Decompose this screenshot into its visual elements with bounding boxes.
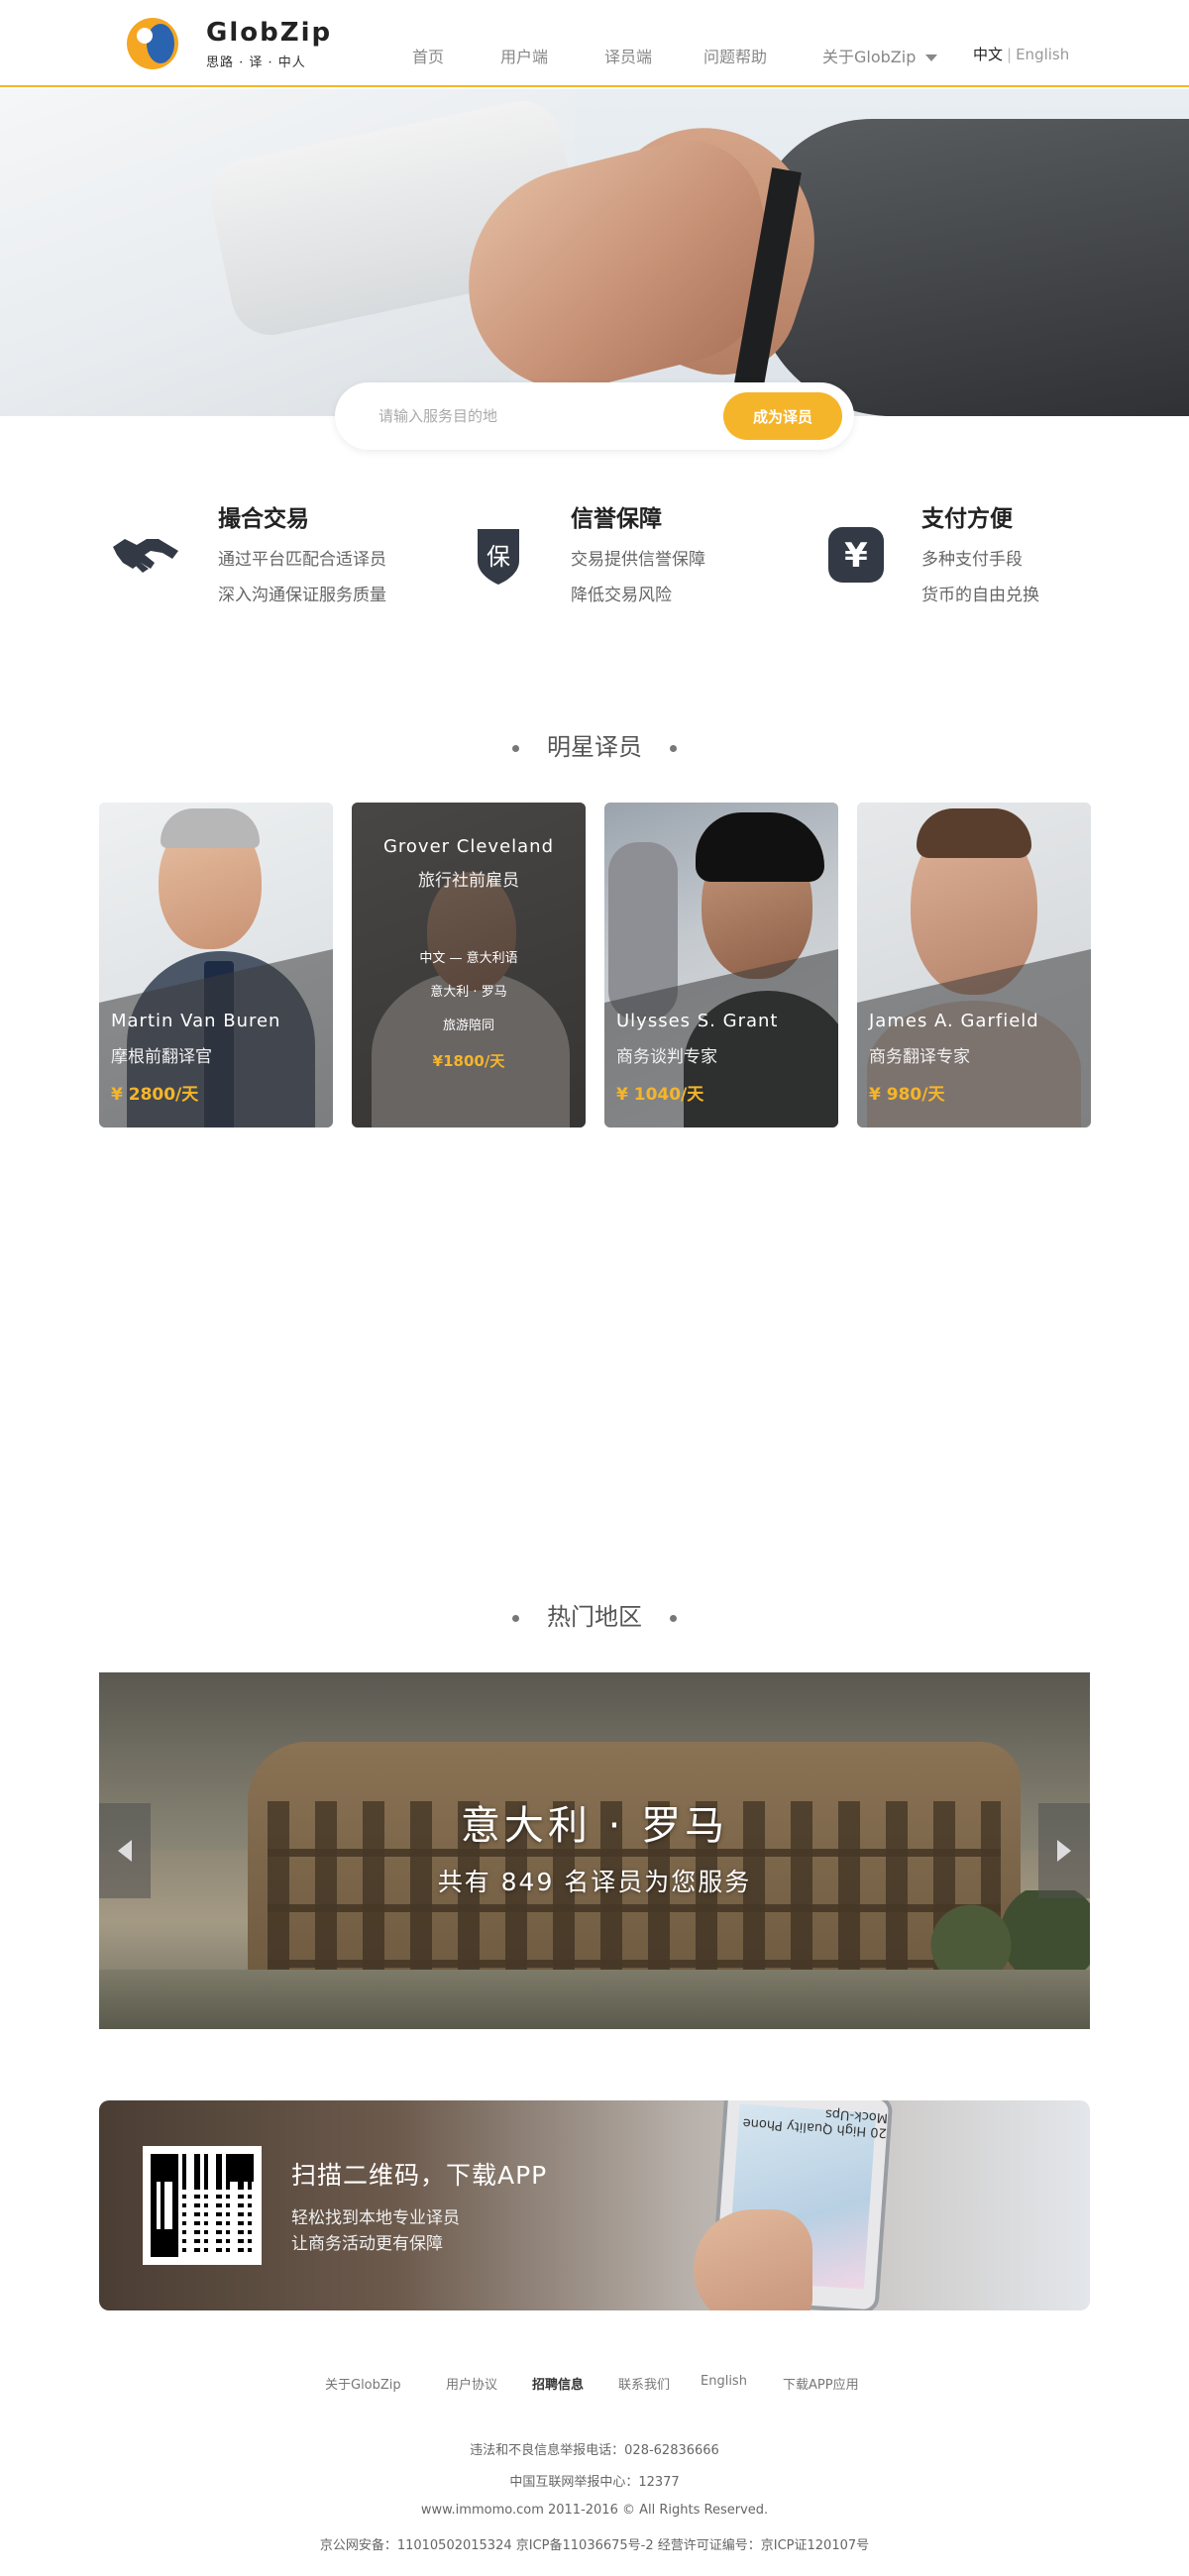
- translator-card[interactable]: Martin Van Buren 摩根前翻译官 ¥ 2800/天: [99, 803, 333, 1127]
- language-switch: 中文 | English: [973, 44, 1069, 64]
- translator-card[interactable]: Grover Cleveland 旅行社前雇员 中文 — 意大利语 意大利 · …: [352, 803, 586, 1127]
- handshake-icon: [113, 539, 178, 573]
- app-banner-title: 扫描二维码，下载APP: [291, 2161, 548, 2190]
- dot-icon: [670, 1614, 677, 1622]
- footer-license: 京公网安备：11010502015324 京ICP备11036675号-2 经营…: [319, 2538, 870, 2553]
- nav-user[interactable]: 用户端: [500, 44, 548, 67]
- nav-translator[interactable]: 译员端: [604, 44, 652, 67]
- footer-link-contact[interactable]: 联系我们: [618, 2374, 670, 2393]
- translator-name: Martin Van Buren: [111, 1011, 281, 1031]
- section-title-translators: 明星译员: [0, 727, 1189, 762]
- chevron-down-icon: [925, 54, 938, 61]
- nav-home[interactable]: 首页: [412, 44, 444, 67]
- translator-role: 旅行社前雇员: [418, 871, 519, 891]
- footer-copyright: www.immomo.com 2011-2016 © All Rights Re…: [420, 2503, 769, 2518]
- nav-help[interactable]: 问题帮助: [703, 44, 767, 67]
- translator-role: 商务翻译专家: [869, 1047, 970, 1067]
- feature-title: 支付方便: [921, 506, 1013, 532]
- destination-search: 成为译员: [335, 382, 854, 450]
- translator-price: ¥1800/天: [432, 1052, 505, 1070]
- translator-price: ¥ 1040/天: [616, 1085, 704, 1105]
- feature-title: 撮合交易: [218, 506, 309, 532]
- footer-report-center: 中国互联网举报中心：12377: [509, 2475, 680, 2490]
- svg-text:¥: ¥: [844, 536, 868, 576]
- region-ground: [99, 1970, 1090, 2029]
- translator-role: 商务谈判专家: [616, 1047, 717, 1067]
- translator-name: James A. Garfield: [869, 1011, 1039, 1031]
- feature-desc: 货币的自由兑换: [921, 586, 1039, 605]
- feature-matching: 撮合交易 通过平台匹配合适译员 深入沟通保证服务质量: [111, 497, 428, 626]
- site-header: GlobZip 思路 · 译 · 中人 首页 用户端 译员端 问题帮助 关于Gl…: [0, 0, 1189, 87]
- translator-category: 旅游陪同: [442, 1019, 494, 1033]
- chevron-right-icon: [1057, 1840, 1071, 1862]
- feature-desc: 通过平台匹配合适译员: [218, 550, 386, 570]
- section-title-text: 热门地区: [547, 1603, 642, 1631]
- feature-desc: 多种支付手段: [921, 550, 1023, 570]
- region-slider: 意大利 · 罗马 共有 849 名译员为您服务: [99, 1672, 1090, 2029]
- logo[interactable]: GlobZip 思路 · 译 · 中人: [127, 16, 335, 71]
- app-banner-line: 轻松找到本地专业译员: [291, 2208, 460, 2228]
- translator-city: 意大利 · 罗马: [430, 985, 507, 1000]
- feature-title: 信誉保障: [571, 506, 662, 532]
- logo-mark-icon: [127, 18, 178, 69]
- yen-icon: ¥: [828, 527, 884, 583]
- hand-image: [694, 2209, 812, 2310]
- hero-banner: [0, 89, 1189, 416]
- lang-english[interactable]: English: [1016, 46, 1069, 63]
- logo-name: GlobZip: [206, 18, 333, 48]
- nav-about[interactable]: 关于GlobZip: [822, 44, 938, 67]
- lang-separator: |: [1007, 46, 1013, 63]
- feature-desc: 深入沟通保证服务质量: [218, 586, 386, 605]
- translator-languages: 中文 — 意大利语: [419, 951, 518, 966]
- region-title[interactable]: 意大利 · 罗马: [99, 1793, 1090, 1851]
- photo-hair: [917, 808, 1031, 858]
- app-banner-line: 让商务活动更有保障: [291, 2234, 443, 2254]
- footer-link-english[interactable]: English: [701, 2374, 747, 2389]
- become-translator-button[interactable]: 成为译员: [723, 392, 842, 440]
- slider-next-button[interactable]: [1038, 1803, 1090, 1898]
- nav-about-label: 关于GlobZip: [822, 48, 917, 66]
- feature-payment: ¥ 支付方便 多种支付手段 货币的自由兑换: [814, 497, 1132, 626]
- svg-text:保: 保: [486, 543, 510, 571]
- translator-name: Grover Cleveland: [382, 836, 555, 857]
- qr-code[interactable]: [143, 2146, 262, 2265]
- chevron-left-icon: [118, 1840, 132, 1862]
- footer-link-app[interactable]: 下载APP应用: [783, 2374, 859, 2393]
- hero-sleeve-right: [753, 119, 1189, 416]
- footer-report-phone: 违法和不良信息举报电话：028-62836666: [470, 2443, 719, 2458]
- region-subtitle: 共有 849 名译员为您服务: [437, 1868, 752, 1896]
- dot-icon: [512, 744, 519, 752]
- translator-card[interactable]: James A. Garfield 商务翻译专家 ¥ 980/天: [857, 803, 1091, 1127]
- feature-credit: 保 信誉保障 交易提供信誉保障 降低交易风险: [464, 497, 781, 626]
- dot-icon: [670, 744, 677, 752]
- feature-desc: 降低交易风险: [571, 586, 672, 605]
- photo-hair: [161, 808, 260, 848]
- page: GlobZip 思路 · 译 · 中人 首页 用户端 译员端 问题帮助 关于Gl…: [0, 0, 1189, 2576]
- qr-code-icon: [151, 2154, 254, 2257]
- app-download-banner: 扫描二维码，下载APP 轻松找到本地专业译员 让商务活动更有保障 20 High…: [99, 2100, 1090, 2310]
- dot-icon: [512, 1614, 519, 1622]
- footer-link-jobs[interactable]: 招聘信息: [532, 2374, 584, 2393]
- footer-link-terms[interactable]: 用户协议: [446, 2374, 497, 2393]
- logo-slogan: 思路 · 译 · 中人: [206, 55, 306, 70]
- lang-chinese[interactable]: 中文: [973, 46, 1003, 63]
- feature-desc: 交易提供信誉保障: [571, 550, 705, 570]
- translator-price: ¥ 980/天: [869, 1085, 945, 1105]
- translator-role: 摩根前翻译官: [111, 1047, 212, 1067]
- translator-card[interactable]: Ulysses S. Grant 商务谈判专家 ¥ 1040/天: [604, 803, 838, 1127]
- footer-link-about[interactable]: 关于GlobZip: [325, 2374, 401, 2393]
- shield-icon: 保: [478, 529, 519, 585]
- translator-name: Ulysses S. Grant: [616, 1011, 779, 1031]
- translator-price: ¥ 2800/天: [111, 1085, 199, 1105]
- section-title-text: 明星译员: [547, 733, 642, 761]
- section-title-regions: 热门地区: [0, 1597, 1189, 1632]
- destination-search-input[interactable]: [378, 400, 705, 432]
- slider-prev-button[interactable]: [99, 1803, 151, 1898]
- photo-hair: [696, 812, 824, 882]
